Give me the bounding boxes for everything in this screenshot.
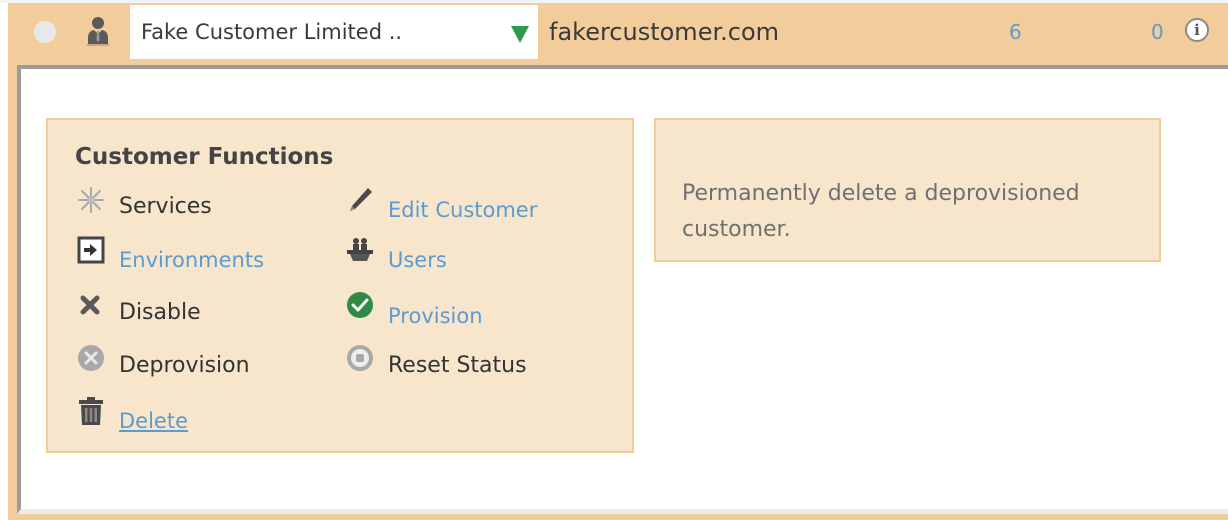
arrow-box-icon <box>77 236 105 264</box>
dropdown-arrow-icon[interactable] <box>511 26 529 43</box>
description-box: Permanently delete a deprovisioned custo… <box>654 118 1161 262</box>
stop-circle-icon <box>346 345 374 373</box>
customer-domain: fakercustomer.com <box>549 18 780 46</box>
snowflake-icon <box>77 186 105 214</box>
function-label: Disable <box>119 300 201 325</box>
customer-functions-box: Customer Functions Services Edit Custome… <box>46 118 634 453</box>
count-2[interactable]: 0 <box>1151 20 1164 44</box>
function-label[interactable]: Users <box>388 248 447 272</box>
function-label[interactable]: Edit Customer <box>388 198 537 222</box>
details-panel: Customer Functions Services Edit Custome… <box>17 65 1228 514</box>
trash-icon <box>77 397 105 425</box>
check-circle-icon <box>346 292 374 320</box>
customer-row-header: Fake Customer Limited .. fakercustomer.c… <box>8 3 1228 61</box>
customer-name-dropdown[interactable]: Fake Customer Limited .. <box>130 5 538 59</box>
x-circle-icon <box>77 345 105 373</box>
customer-row: Fake Customer Limited .. fakercustomer.c… <box>8 3 1228 520</box>
info-icon[interactable]: i <box>1185 18 1209 42</box>
count-1[interactable]: 6 <box>1009 20 1022 44</box>
select-radio[interactable] <box>34 21 56 43</box>
x-icon <box>77 292 105 320</box>
functions-title: Customer Functions <box>75 144 334 170</box>
function-label: Services <box>119 194 212 219</box>
function-label: Reset Status <box>388 353 527 378</box>
customer-name: Fake Customer Limited .. <box>141 20 403 44</box>
function-label[interactable]: Provision <box>388 304 483 328</box>
function-label[interactable]: Environments <box>119 248 264 272</box>
description-text: Permanently delete a deprovisioned custo… <box>682 181 1080 242</box>
function-label: Deprovision <box>119 353 250 378</box>
person-icon <box>86 16 110 46</box>
pencil-icon <box>346 186 374 214</box>
users-icon <box>346 236 374 264</box>
function-label[interactable]: Delete <box>119 409 188 433</box>
